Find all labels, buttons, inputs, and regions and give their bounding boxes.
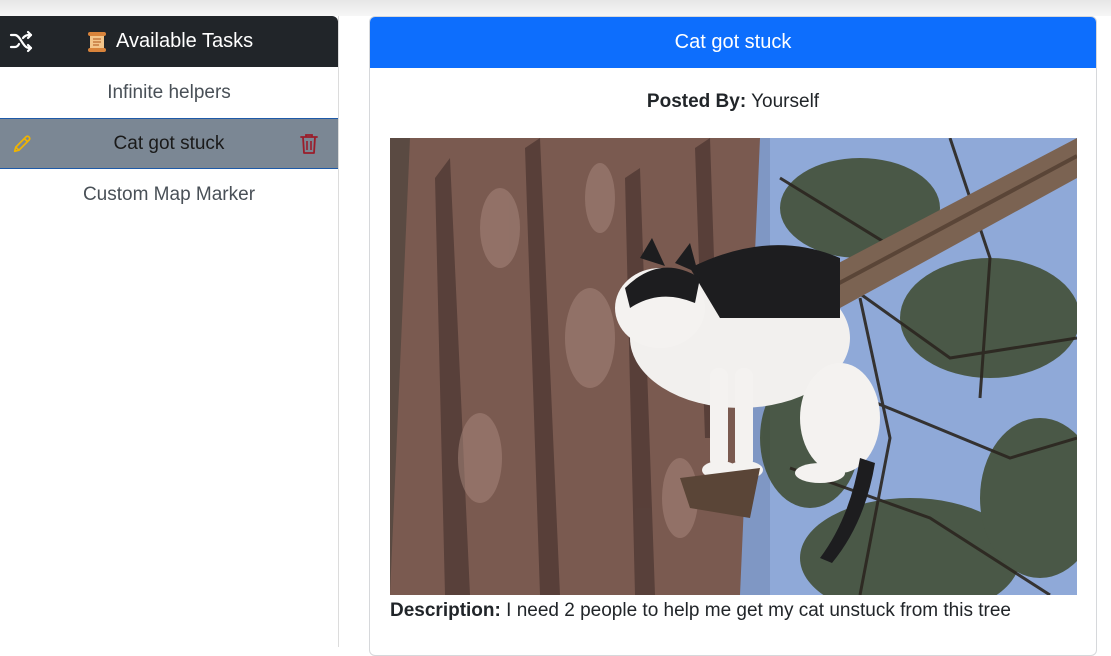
task-detail-title: Cat got stuck [370,17,1096,68]
cat-in-tree-photo [390,138,1077,595]
window-top-strip [0,0,1111,16]
task-item-custom-map-marker[interactable]: Custom Map Marker [0,169,338,220]
shuffle-icon[interactable] [9,29,33,53]
trash-icon[interactable] [298,132,320,156]
task-detail-title-text: Cat got stuck [674,31,792,53]
task-label: Custom Map Marker [82,183,256,205]
sidebar-title-text: Available Tasks [116,30,254,52]
sidebar: Available Tasks Infinite helpers Cat got… [0,16,339,647]
sidebar-header: Available Tasks [0,16,338,67]
task-label: Cat got stuck [113,132,225,154]
description-value: I need 2 people to help me get my cat un… [506,600,1011,621]
description: Description: I need 2 people to help me … [390,600,1011,622]
posted-by-label: Posted By: [646,91,747,112]
task-label: Infinite helpers [107,81,231,103]
task-detail-card: Cat got stuck Posted By: Yourself Descri… [369,16,1097,656]
description-label: Description: [390,600,501,621]
scroll-icon [88,31,106,52]
posted-by-value: Yourself [751,91,820,112]
task-item-cat-got-stuck[interactable]: Cat got stuck [0,118,338,169]
pencil-icon[interactable] [11,133,33,155]
posted-by: Posted By: Yourself [370,91,1096,113]
sidebar-title: Available Tasks [86,16,253,67]
task-item-infinite-helpers[interactable]: Infinite helpers [0,67,338,118]
